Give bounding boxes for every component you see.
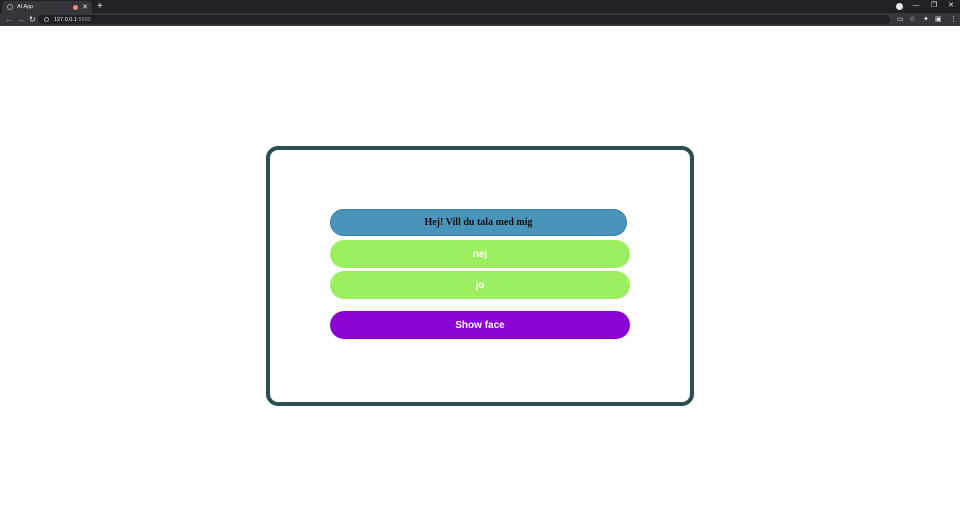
new-tab-button[interactable]: + bbox=[97, 0, 103, 13]
show-face-button[interactable]: Show face bbox=[330, 311, 630, 339]
answer-jo-button[interactable]: jo bbox=[330, 271, 630, 299]
extension-badge-icon[interactable]: ▣ bbox=[935, 13, 942, 26]
address-bar[interactable]: 127.0.0.1 :5500 bbox=[38, 15, 890, 24]
bookmark-star-icon[interactable]: ☆ bbox=[909, 13, 915, 26]
browser-toolbar: ← → ↻ 127.0.0.1 :5500 ▭ ☆ ✦ ▣ ⋮ bbox=[0, 13, 960, 26]
reload-icon[interactable]: ↻ bbox=[29, 13, 36, 26]
back-icon[interactable]: ← bbox=[5, 13, 13, 26]
tab-title: AI App bbox=[17, 4, 34, 10]
close-icon[interactable]: ✕ bbox=[82, 4, 88, 11]
forward-icon[interactable]: → bbox=[17, 13, 25, 26]
url-host: 127.0.0.1 bbox=[54, 16, 77, 23]
window-close-button[interactable]: ✕ bbox=[942, 0, 960, 13]
minimize-button[interactable]: — bbox=[907, 0, 925, 13]
url-port: :5500 bbox=[76, 16, 91, 23]
extensions-icon[interactable]: ✦ bbox=[923, 13, 929, 26]
greeting-message: Hej! Vill du tala med mig bbox=[330, 209, 627, 236]
tab-favicon-icon bbox=[7, 4, 13, 10]
info-icon[interactable] bbox=[44, 17, 49, 22]
cast-icon[interactable]: ▭ bbox=[897, 13, 904, 26]
menu-icon[interactable]: ⋮ bbox=[950, 13, 957, 26]
record-icon bbox=[73, 4, 79, 10]
restore-button[interactable]: ❐ bbox=[925, 0, 943, 13]
browser-tab[interactable]: AI App ✕ bbox=[2, 1, 92, 13]
browser-tab-bar: AI App ✕ + — ❐ ✕ bbox=[0, 0, 960, 13]
profile-icon[interactable] bbox=[896, 3, 903, 10]
answer-nej-button[interactable]: nej bbox=[330, 240, 630, 268]
